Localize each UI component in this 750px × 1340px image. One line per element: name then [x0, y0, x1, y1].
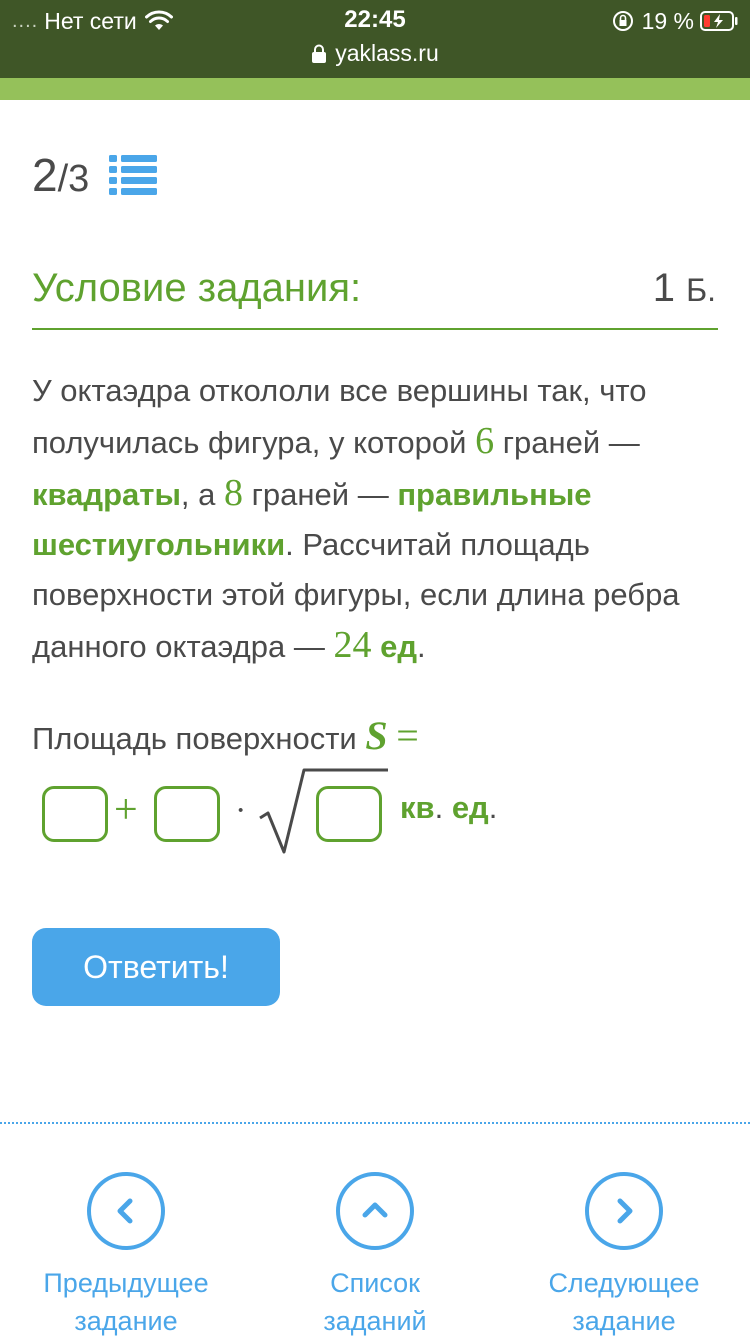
condition-divider: [32, 328, 718, 330]
faces-count-squares: 6: [475, 420, 495, 462]
edge-length: 24: [333, 624, 372, 666]
prev-label-line1: Предыдущее: [43, 1268, 209, 1298]
task-list-button[interactable]: Список заданий: [255, 1172, 495, 1340]
next-task-label[interactable]: Следующее задание: [548, 1264, 699, 1340]
counter-separator: /: [57, 158, 69, 200]
edge-unit: ед: [380, 629, 418, 664]
points-badge: 1 Б.: [653, 266, 716, 311]
units-label: кв. ед.: [400, 790, 497, 826]
list-label-line2: заданий: [323, 1306, 427, 1336]
task-counter: 2 / 3: [32, 148, 158, 202]
chevron-up-icon: [362, 1202, 388, 1218]
top-green-stripe: [0, 78, 750, 100]
area-variable: S: [365, 713, 388, 758]
area-label-text: Площадь поверхности: [32, 721, 366, 756]
problem-text-part: .: [417, 629, 426, 664]
prev-circle[interactable]: [87, 1172, 165, 1250]
highlight-squares: квадраты: [32, 477, 181, 512]
condition-title: Условие задания:: [32, 266, 362, 310]
next-circle[interactable]: [585, 1172, 663, 1250]
plus-sign: +: [114, 787, 138, 833]
points-unit: Б.: [686, 272, 716, 308]
chevron-left-icon: [117, 1198, 133, 1224]
units-part: ед: [443, 790, 489, 825]
faces-count-hexagons: 8: [224, 472, 244, 514]
status-bar: .... Нет сети 22:45 19 % yaklass.ru: [0, 0, 750, 78]
total-task-number: 3: [68, 158, 90, 200]
list-label-line1: Список: [330, 1268, 420, 1298]
address-bar[interactable]: yaklass.ru: [0, 40, 750, 67]
answer-input-radicand[interactable]: [316, 786, 382, 842]
task-list-label[interactable]: Список заданий: [323, 1264, 426, 1340]
units-dot: .: [488, 790, 498, 825]
task-list-icon[interactable]: [109, 153, 158, 197]
prev-label-line2: задание: [74, 1306, 178, 1336]
list-circle[interactable]: [336, 1172, 414, 1250]
submit-answer-button[interactable]: Ответить!: [32, 928, 280, 1006]
problem-text-part: , а: [180, 477, 225, 512]
orientation-lock-icon: [612, 11, 633, 31]
next-task-button[interactable]: Следующее задание: [504, 1172, 744, 1340]
points-value: 1: [652, 266, 675, 310]
prev-task-label[interactable]: Предыдущее задание: [43, 1264, 208, 1340]
battery-charging-icon: [700, 11, 738, 31]
problem-text-part: граней —: [243, 477, 398, 512]
units-part: кв: [400, 790, 435, 825]
prev-task-button[interactable]: Предыдущее задание: [6, 1172, 246, 1340]
chevron-right-icon: [617, 1198, 633, 1224]
area-label: Площадь поверхности S =: [32, 712, 419, 759]
units-dot: .: [434, 790, 444, 825]
multiply-dot: ·: [235, 792, 247, 829]
dotted-divider: [0, 1122, 750, 1124]
problem-text: У октаэдра откололи все вершины так, что…: [32, 366, 722, 672]
next-label-line2: задание: [572, 1306, 676, 1336]
next-label-line1: Следующее: [548, 1268, 700, 1298]
answer-input-integer[interactable]: [42, 786, 108, 842]
answer-input-coefficient[interactable]: [154, 786, 220, 842]
current-task-number: 2: [32, 149, 58, 201]
problem-text-part: граней —: [494, 425, 640, 460]
lock-icon: [312, 44, 327, 63]
equals-sign: =: [396, 713, 419, 758]
url-text: yaklass.ru: [335, 40, 439, 66]
battery-percent: 19 %: [641, 7, 694, 34]
status-right: 19 %: [612, 6, 738, 36]
